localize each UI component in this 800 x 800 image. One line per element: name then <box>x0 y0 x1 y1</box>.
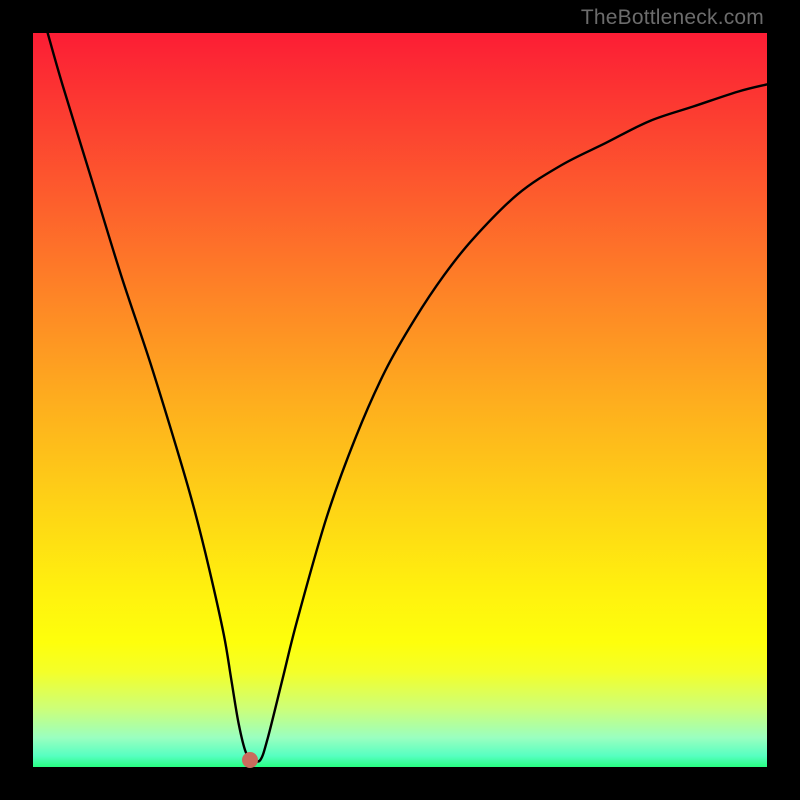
optimum-marker <box>242 752 258 768</box>
plot-area <box>33 33 767 767</box>
chart-frame: TheBottleneck.com <box>0 0 800 800</box>
bottleneck-curve <box>33 33 767 767</box>
watermark-text: TheBottleneck.com <box>581 6 764 30</box>
